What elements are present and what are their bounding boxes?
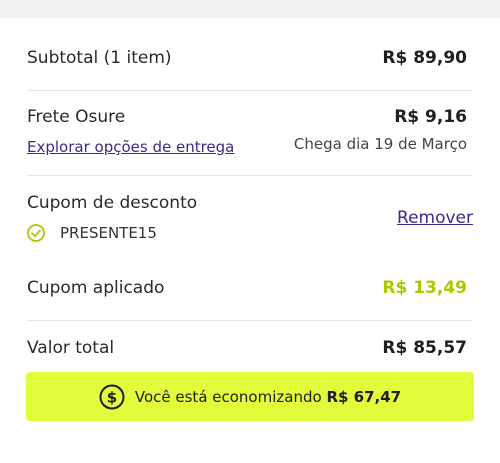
svg-text:$: $ bbox=[107, 388, 117, 406]
coupon-code-line: PRESENTE15 bbox=[27, 224, 227, 244]
divider bbox=[27, 90, 473, 91]
coupon-applied-label: Cupom aplicado bbox=[27, 278, 165, 298]
check-circle-icon bbox=[27, 224, 45, 242]
coupon-applied-row: Cupom aplicado R$ 13,49 bbox=[27, 278, 473, 302]
savings-text: Você está economizando R$ 67,47 bbox=[135, 388, 401, 406]
divider bbox=[27, 320, 473, 321]
coupon-label: Cupom de desconto bbox=[27, 193, 198, 213]
subtotal-row: Subtotal (1 item) R$ 89,90 bbox=[27, 48, 473, 72]
dollar-coin-icon: $ bbox=[99, 384, 125, 409]
subtotal-label: Subtotal (1 item) bbox=[27, 48, 172, 68]
coupon-row: Cupom de desconto PRESENTE15 Remover bbox=[27, 193, 473, 249]
explore-delivery-options-link[interactable]: Explorar opções de entrega bbox=[27, 138, 234, 156]
shipping-label: Frete Osure bbox=[27, 107, 126, 127]
coupon-applied-value: R$ 13,49 bbox=[382, 278, 467, 298]
savings-label: Você está economizando bbox=[134, 387, 322, 406]
delivery-eta: Chega dia 19 de Março bbox=[293, 135, 467, 153]
total-row: Valor total R$ 85,57 bbox=[27, 338, 473, 362]
shipping-value: R$ 9,16 bbox=[394, 107, 467, 127]
divider bbox=[27, 175, 473, 176]
total-label: Valor total bbox=[27, 338, 115, 358]
savings-banner: $ Você está economizando R$ 67,47 bbox=[26, 372, 474, 421]
remove-coupon-link[interactable]: Remover bbox=[397, 208, 473, 228]
shipping-row: Frete Osure R$ 9,16 Explorar opções de e… bbox=[27, 107, 473, 159]
subtotal-value: R$ 89,90 bbox=[382, 48, 467, 68]
coupon-code: PRESENTE15 bbox=[60, 224, 157, 242]
total-value: R$ 85,57 bbox=[382, 338, 467, 358]
savings-amount: R$ 67,47 bbox=[326, 387, 402, 406]
